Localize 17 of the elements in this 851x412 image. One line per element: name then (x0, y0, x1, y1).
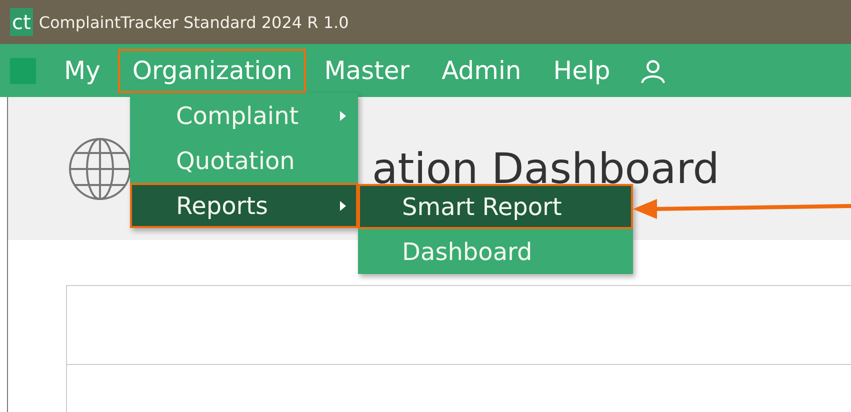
globe-icon (68, 136, 132, 200)
menu-item[interactable]: Admin (428, 48, 536, 92)
menu-item[interactable]: Master (310, 48, 424, 92)
app-icon (10, 58, 36, 84)
menu-item[interactable]: Dashboard (358, 229, 633, 274)
menu-item[interactable]: My (50, 48, 114, 92)
menu-item[interactable]: Smart Report (358, 184, 633, 229)
caret-icon (340, 200, 346, 210)
caret-icon (340, 110, 346, 120)
menu-item[interactable]: Help (539, 48, 624, 92)
app-logo: ct (10, 8, 33, 36)
menu-item[interactable]: Complaint (130, 93, 358, 138)
window-title: ComplaintTracker Standard 2024 R 1.0 (38, 12, 349, 32)
user-icon[interactable] (640, 58, 666, 84)
menu-item[interactable]: Organization (118, 48, 306, 92)
menu-item[interactable]: Reports (130, 183, 358, 228)
menu-item[interactable]: Quotation (130, 138, 358, 183)
